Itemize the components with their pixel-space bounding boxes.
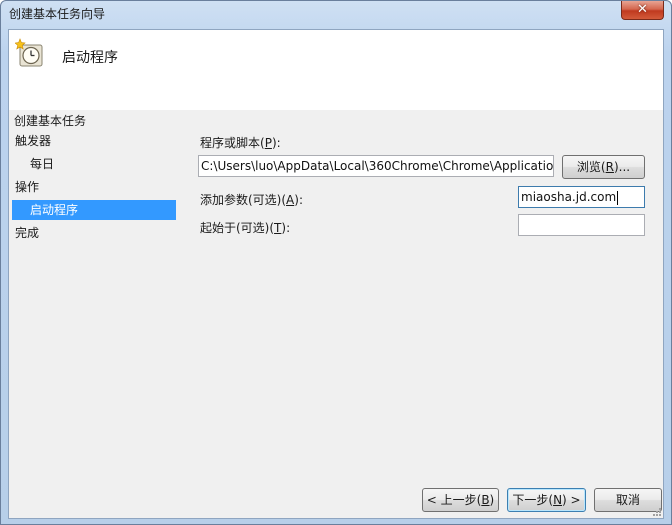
arguments-input[interactable]: miaosha.jd.com [518, 186, 645, 208]
sidebar-item-start-program[interactable]: 启动程序 [12, 200, 176, 220]
header-band: 启动程序 [9, 30, 663, 110]
title-bar[interactable]: 创建基本任务向导 ✕ [1, 1, 671, 25]
wizard-window: 创建基本任务向导 ✕ 启动程序 创建基本任务 触发器 每日 操作 启动程序 完成… [0, 0, 672, 525]
sidebar-heading: 创建基本任务 [14, 114, 87, 128]
sidebar-item-finish[interactable]: 完成 [12, 223, 176, 243]
back-button[interactable]: < 上一步(B) [422, 488, 499, 512]
close-icon: ✕ [637, 2, 648, 17]
window-title: 创建基本任务向导 [9, 7, 106, 21]
sidebar-item-action[interactable]: 操作 [12, 177, 176, 197]
resize-grip-icon[interactable] [651, 506, 661, 516]
next-button[interactable]: 下一步(N) > [507, 488, 586, 512]
sidebar-item-trigger[interactable]: 触发器 [12, 131, 176, 151]
start-in-input[interactable] [518, 214, 645, 236]
clock-star-icon [15, 38, 43, 67]
start-in-label: 起始于(可选)(T): [200, 221, 291, 235]
args-label: 添加参数(可选)(A): [200, 193, 303, 207]
dialog-client-area: 启动程序 创建基本任务 触发器 每日 操作 启动程序 完成 程序或脚本(P): … [8, 29, 664, 519]
close-button[interactable]: ✕ [621, 1, 664, 20]
browse-button[interactable]: 浏览(R)... [562, 155, 645, 179]
sidebar-item-daily[interactable]: 每日 [12, 154, 176, 174]
program-path-input[interactable]: C:\Users\luo\AppData\Local\360Chrome\Chr… [198, 155, 554, 177]
program-label: 程序或脚本(P): [200, 136, 281, 150]
text-caret [617, 190, 619, 205]
page-title: 启动程序 [62, 50, 118, 66]
